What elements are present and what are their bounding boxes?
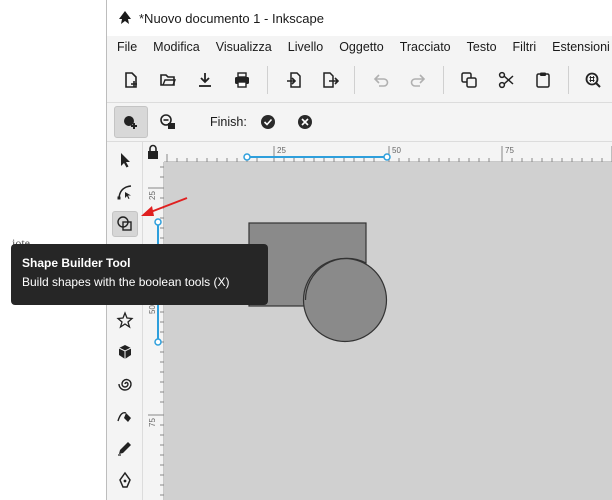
- h-ruler-label-50: 50: [392, 146, 401, 155]
- zoom-button[interactable]: [581, 68, 605, 92]
- toolbar-separator: [568, 66, 569, 94]
- pencil-icon: [118, 442, 131, 456]
- import-button[interactable]: [282, 68, 306, 92]
- horizontal-ruler[interactable]: 25 50 75: [164, 142, 612, 162]
- new-document-icon: [125, 72, 137, 88]
- print-icon: [235, 72, 249, 88]
- 3d-box-tool-button[interactable]: [112, 339, 138, 365]
- toolbox: [107, 142, 143, 500]
- menu-oggetto[interactable]: Oggetto: [329, 40, 389, 54]
- h-ruler-label-25: 25: [277, 146, 286, 155]
- finish-label: Finish:: [210, 115, 247, 129]
- gray-circle-shape[interactable]: [302, 257, 388, 343]
- commands-bar: [107, 58, 612, 102]
- open-file-button[interactable]: [156, 68, 180, 92]
- menu-file[interactable]: File: [107, 40, 143, 54]
- save-download-icon: [199, 73, 211, 87]
- toolbar-separator: [443, 66, 444, 94]
- new-document-button[interactable]: [119, 68, 143, 92]
- drawing-canvas[interactable]: [164, 162, 612, 500]
- undo-button[interactable]: [369, 68, 393, 92]
- menu-livello[interactable]: Livello: [278, 40, 329, 54]
- menu-testo[interactable]: Testo: [457, 40, 503, 54]
- menu-filtri[interactable]: Filtri: [503, 40, 543, 54]
- canvas-drawing: [248, 222, 388, 343]
- check-circle-icon[interactable]: [260, 114, 276, 130]
- menu-bar: File Modifica Visualizza Livello Oggetto…: [107, 36, 612, 58]
- tooltip-description: Build shapes with the boolean tools (X): [22, 275, 230, 289]
- union-mode-button[interactable]: [114, 106, 148, 138]
- toolbar-separator: [267, 66, 268, 94]
- tool-controls-bar: Finish:: [107, 103, 612, 141]
- paste-icon: [536, 72, 550, 88]
- menu-estensioni[interactable]: Estensioni: [542, 40, 612, 54]
- spiral-tool-button[interactable]: [112, 371, 138, 397]
- spiral-icon: [118, 378, 132, 391]
- bezier-pen-icon: [117, 411, 131, 422]
- fountain-pen-icon: [119, 471, 131, 488]
- menu-modifica[interactable]: Modifica: [143, 40, 206, 54]
- h-ruler-label-75: 75: [505, 146, 514, 155]
- delete-mode-icon: [160, 114, 175, 129]
- pen-tool-button[interactable]: [112, 435, 138, 461]
- inkscape-logo-icon: [119, 11, 131, 24]
- copy-icon: [461, 72, 477, 88]
- cut-button[interactable]: [494, 68, 518, 92]
- zoom-icon: [585, 72, 601, 88]
- open-file-icon: [160, 74, 177, 86]
- menu-tracciato[interactable]: Tracciato: [390, 40, 457, 54]
- horizontal-ruler-scale: 25 50 75: [166, 146, 612, 162]
- screenshot-root: iote *Nuovo documento 1 - Inkscape File …: [0, 0, 612, 500]
- menu-visualizza[interactable]: Visualizza: [206, 40, 278, 54]
- 3d-box-icon: [118, 345, 132, 359]
- v-ruler-handle-end[interactable]: [154, 338, 162, 346]
- window-title: *Nuovo documento 1 - Inkscape: [139, 10, 324, 26]
- import-icon: [287, 72, 301, 88]
- calligraphy-tool-button[interactable]: [112, 467, 138, 493]
- close-circle-icon[interactable]: [297, 114, 313, 130]
- star-tool-button[interactable]: [112, 307, 138, 333]
- pencil-tool-button[interactable]: [112, 403, 138, 429]
- tooltip-title: Shape Builder Tool: [22, 256, 131, 270]
- ruler-corner: [144, 142, 164, 162]
- selector-arrow-icon: [121, 153, 130, 168]
- vertical-ruler[interactable]: 25 50 75: [144, 162, 164, 500]
- paste-button[interactable]: [531, 68, 555, 92]
- print-button[interactable]: [230, 68, 254, 92]
- h-ruler-handle-start[interactable]: [243, 153, 251, 161]
- tool-tooltip: Shape Builder Tool Build shapes with the…: [11, 244, 268, 305]
- redo-icon: [410, 74, 426, 87]
- shape-builder-icon: [117, 216, 132, 231]
- cut-icon: [498, 71, 514, 89]
- lock-icon[interactable]: [144, 142, 164, 162]
- copy-button[interactable]: [457, 68, 481, 92]
- delete-mode-button[interactable]: [151, 106, 185, 138]
- union-mode-icon: [124, 116, 137, 129]
- vertical-ruler-scale: 25 50 75: [148, 166, 164, 496]
- shape-builder-tool-button[interactable]: [112, 211, 138, 237]
- v-ruler-label-25: 25: [148, 191, 157, 200]
- selector-tool-button[interactable]: [112, 147, 138, 173]
- title-bar: *Nuovo documento 1 - Inkscape: [107, 0, 612, 36]
- save-button[interactable]: [193, 68, 217, 92]
- export-button[interactable]: [318, 68, 342, 92]
- node-tool-button[interactable]: [112, 179, 138, 205]
- export-icon: [323, 72, 339, 88]
- v-ruler-label-75: 75: [148, 418, 157, 427]
- v-ruler-label-50: 50: [148, 305, 157, 314]
- h-ruler-handle-end[interactable]: [383, 153, 391, 161]
- undo-icon: [373, 74, 389, 87]
- v-ruler-handle-start[interactable]: [154, 218, 162, 226]
- node-edit-icon: [117, 185, 132, 200]
- redo-button[interactable]: [406, 68, 430, 92]
- toolbar-separator: [354, 66, 355, 94]
- star-polygon-icon: [116, 311, 134, 329]
